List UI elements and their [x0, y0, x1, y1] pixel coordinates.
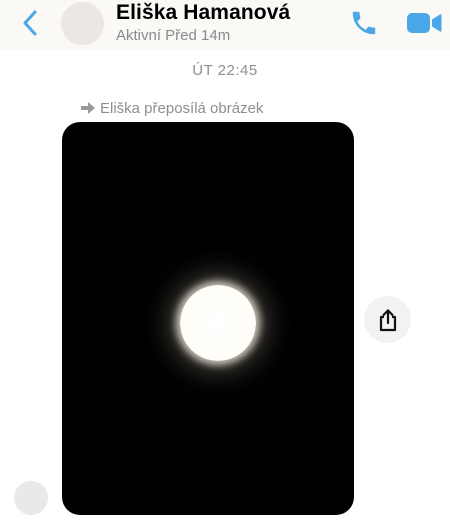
avatar[interactable]: [61, 2, 104, 45]
phone-icon[interactable]: [349, 8, 379, 38]
moon-image: [180, 285, 256, 361]
sender-avatar[interactable]: [14, 481, 48, 515]
share-button[interactable]: [364, 296, 411, 343]
forward-indicator: Eliška přeposílá obrázek: [80, 98, 263, 118]
share-icon: [379, 308, 396, 331]
message-timestamp: ÚT 22:45: [192, 62, 258, 79]
chevron-left-icon[interactable]: [18, 8, 44, 38]
forward-arrow-icon: [81, 102, 95, 114]
contact-status: Aktivní Před 14m: [116, 27, 231, 44]
chat-header: Eliška Hamanová Aktivní Před 14m: [0, 0, 450, 50]
video-camera-icon[interactable]: [406, 11, 442, 35]
forwarded-photo[interactable]: [62, 122, 354, 515]
contact-name[interactable]: Eliška Hamanová: [116, 1, 290, 25]
forward-label: Eliška přeposílá obrázek: [100, 99, 264, 117]
